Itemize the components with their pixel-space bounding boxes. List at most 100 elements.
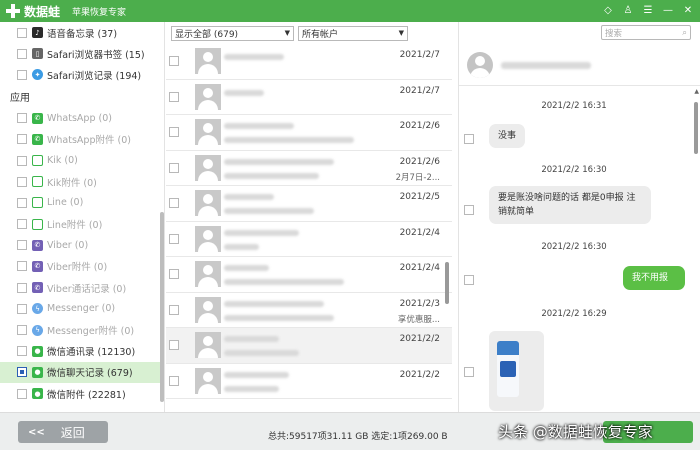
checkbox[interactable] bbox=[17, 346, 27, 357]
sidebar-item-viber-attachments[interactable]: ✆ Viber附件 (0) bbox=[0, 256, 164, 277]
checkbox[interactable] bbox=[464, 367, 474, 377]
checkbox[interactable] bbox=[17, 176, 27, 187]
checkbox[interactable] bbox=[17, 325, 27, 336]
avatar bbox=[195, 154, 221, 181]
checkbox[interactable] bbox=[169, 340, 179, 351]
checkbox[interactable] bbox=[169, 162, 179, 173]
line-icon bbox=[32, 197, 43, 209]
list-item[interactable]: 2021/2/2 bbox=[166, 364, 452, 399]
checkbox[interactable] bbox=[17, 155, 27, 166]
checkbox[interactable] bbox=[17, 219, 27, 230]
whatsapp-icon: ✆ bbox=[32, 133, 43, 145]
footer-bar: << 返回 总共:59517项31.11 GB 选定:1项269.00 B 头条… bbox=[0, 412, 700, 450]
timestamp: 2021/2/2 16:30 bbox=[541, 242, 607, 252]
avatar bbox=[195, 225, 221, 252]
back-button[interactable]: << 返回 bbox=[18, 421, 108, 443]
app-subtitle: 苹果恢复专家 bbox=[72, 7, 127, 18]
checkbox[interactable] bbox=[169, 233, 179, 244]
list-item[interactable]: 2021/2/6 bbox=[166, 115, 452, 151]
checkbox[interactable] bbox=[464, 134, 474, 144]
chat-scrollbar[interactable] bbox=[694, 102, 698, 154]
sidebar-item-kik[interactable]: Kik (0) bbox=[0, 150, 164, 171]
avatar bbox=[195, 332, 221, 359]
list-item[interactable]: 2021/2/6 2月7日-2... bbox=[166, 151, 452, 186]
list-item[interactable]: 2021/2/4 bbox=[166, 257, 452, 293]
blurred-name bbox=[224, 300, 324, 307]
search-input[interactable]: 搜索 ⌕ bbox=[601, 25, 691, 40]
list-item[interactable]: 2021/2/7 bbox=[166, 80, 452, 115]
checkbox[interactable] bbox=[17, 367, 27, 378]
list-item[interactable]: 2021/2/7 bbox=[166, 44, 452, 80]
blurred-name bbox=[224, 229, 299, 236]
sidebar-item-safari-history[interactable]: ✦ Safari浏览记录 (194) bbox=[0, 64, 164, 85]
sidebar-item-line[interactable]: Line (0) bbox=[0, 192, 164, 213]
sidebar-item-viber[interactable]: ✆ Viber (0) bbox=[0, 235, 164, 256]
sidebar-item-wechat-attachments[interactable]: ● 微信附件 (22281) bbox=[0, 383, 164, 404]
blurred-name bbox=[224, 89, 264, 96]
viber-icon: ✆ bbox=[32, 260, 43, 272]
list-scrollbar[interactable] bbox=[445, 262, 449, 304]
account-filter-select[interactable]: 所有帐户 ▼ bbox=[298, 25, 408, 41]
sidebar-item-viber-calls[interactable]: ✆ Viber通话记录 (0) bbox=[0, 277, 164, 298]
list-item[interactable]: 2021/2/3 享优惠服... bbox=[166, 293, 452, 328]
checkbox[interactable] bbox=[17, 48, 27, 59]
checkbox[interactable] bbox=[169, 127, 179, 138]
sidebar-item-kik-attachments[interactable]: Kik附件 (0) bbox=[0, 171, 164, 192]
checkbox[interactable] bbox=[169, 375, 179, 386]
scroll-up-icon[interactable]: ▲ bbox=[694, 88, 699, 95]
image-message[interactable] bbox=[489, 331, 544, 411]
checkbox[interactable] bbox=[17, 388, 27, 399]
checkbox[interactable] bbox=[17, 69, 27, 80]
checkbox[interactable] bbox=[169, 56, 179, 67]
menu-icon[interactable]: ☰ bbox=[642, 4, 654, 18]
kik-icon bbox=[32, 155, 43, 167]
chat-panel: 搜索 ⌕ 2021/2/2 16:31 没事 2021/2/2 16:30 要是… bbox=[458, 22, 700, 412]
chevron-down-icon: ▼ bbox=[284, 29, 290, 37]
minimize-icon[interactable]: — bbox=[662, 4, 674, 18]
sidebar-item-wechat-chats[interactable]: ● 微信聊天记录 (679) bbox=[0, 361, 164, 383]
title-bar: 数据蛙 苹果恢复专家 ◇ ♙ ☰ — ✕ bbox=[0, 0, 700, 22]
checkbox[interactable] bbox=[17, 303, 27, 314]
user-icon[interactable]: ♙ bbox=[622, 4, 634, 18]
checkbox[interactable] bbox=[17, 197, 27, 208]
search-icon[interactable]: ⌕ bbox=[682, 28, 687, 38]
checkbox[interactable] bbox=[17, 27, 27, 38]
checkbox[interactable] bbox=[17, 282, 27, 293]
sidebar-item-wechat-contacts[interactable]: ● 微信通讯录 (12130) bbox=[0, 341, 164, 362]
show-filter-select[interactable]: 显示全部 (679) ▼ bbox=[171, 25, 294, 41]
checkbox[interactable] bbox=[17, 240, 27, 251]
blurred-name bbox=[224, 194, 274, 200]
checkbox[interactable] bbox=[17, 113, 27, 124]
checkbox[interactable] bbox=[169, 198, 179, 209]
blurred-preview bbox=[224, 243, 259, 250]
diamond-icon[interactable]: ◇ bbox=[602, 4, 614, 18]
compass-icon: ✦ bbox=[32, 69, 43, 81]
avatar bbox=[195, 367, 221, 394]
close-icon[interactable]: ✕ bbox=[682, 4, 694, 18]
viber-icon: ✆ bbox=[32, 239, 43, 251]
list-item[interactable]: 2021/2/2 bbox=[166, 328, 452, 364]
checkbox[interactable] bbox=[464, 275, 474, 285]
sidebar-item-safari-bookmarks[interactable]: ▯ Safari浏览器书签 (15) bbox=[0, 43, 164, 64]
list-item[interactable]: 2021/2/5 bbox=[166, 186, 452, 222]
avatar bbox=[195, 48, 221, 75]
sidebar-item-voice-memos[interactable]: ♪ 语音备忘录 (37) bbox=[0, 22, 164, 43]
sidebar-scrollbar[interactable] bbox=[160, 212, 164, 402]
sidebar-item-messenger-attachments[interactable]: ϟ Messenger附件 (0) bbox=[0, 319, 164, 340]
checkbox[interactable] bbox=[464, 205, 474, 215]
checkbox[interactable] bbox=[17, 134, 27, 145]
sidebar-item-whatsapp[interactable]: ✆ WhatsApp (0) bbox=[0, 108, 164, 129]
timestamp: 2021/2/2 16:30 bbox=[541, 165, 607, 175]
checkbox[interactable] bbox=[169, 91, 179, 102]
sidebar-item-messenger[interactable]: ϟ Messenger (0) bbox=[0, 298, 164, 319]
avatar bbox=[195, 83, 221, 110]
checkbox[interactable] bbox=[169, 269, 179, 280]
checkbox[interactable] bbox=[169, 304, 179, 315]
list-item[interactable]: 2021/2/4 bbox=[166, 222, 452, 257]
avatar bbox=[467, 51, 493, 78]
message-bubble-sent: 我不用报 bbox=[623, 266, 685, 290]
checkbox[interactable] bbox=[17, 261, 27, 272]
conversation-panel: 显示全部 (679) ▼ 所有帐户 ▼ 2021/2/7 2021/2/7 2021… bbox=[166, 22, 452, 412]
sidebar-item-line-attachments[interactable]: Line附件 (0) bbox=[0, 214, 164, 235]
sidebar-item-whatsapp-attachments[interactable]: ✆ WhatsApp附件 (0) bbox=[0, 129, 164, 150]
